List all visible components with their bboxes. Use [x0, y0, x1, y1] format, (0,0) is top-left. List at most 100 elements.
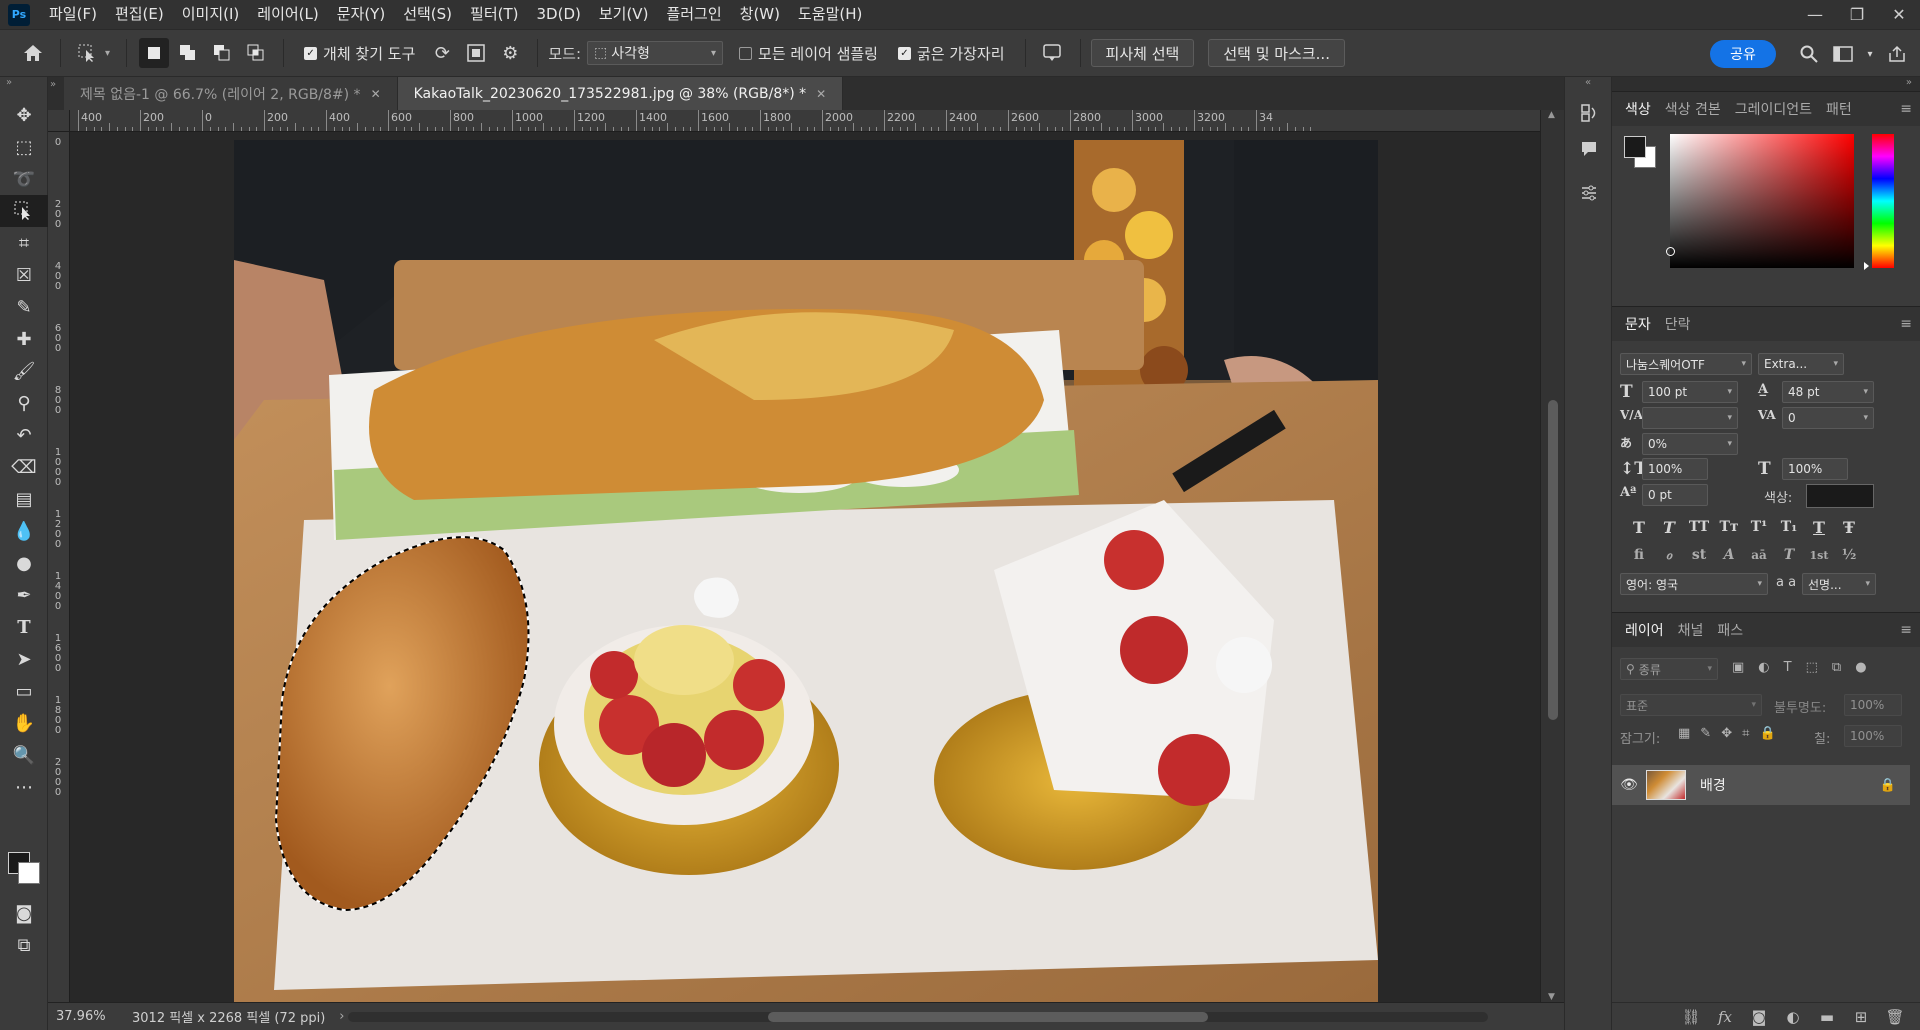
- marquee-tool-icon[interactable]: ⬚: [0, 131, 48, 163]
- menu-item[interactable]: 플러그인: [657, 0, 730, 29]
- sample-all-layers-checkbox[interactable]: 모든 레이어 샘플링: [739, 43, 878, 64]
- tab-kakaotalk-image[interactable]: KakaoTalk_20230620_173522981.jpg @ 38% (…: [397, 77, 844, 110]
- titling-alternates-button[interactable]: T: [1776, 543, 1802, 567]
- kerning-field[interactable]: ▾: [1642, 407, 1738, 429]
- tab-swatches[interactable]: 색상 견본: [1658, 99, 1728, 119]
- filter-shape-icon[interactable]: ⬚: [1806, 660, 1818, 675]
- leading-field[interactable]: 48 pt ▾: [1782, 381, 1874, 403]
- hand-tool-icon[interactable]: ✋: [0, 707, 48, 739]
- add-mask-icon[interactable]: ◙: [1742, 1008, 1776, 1026]
- mode-dropdown[interactable]: ⬚ 사각형 ▾: [587, 41, 724, 65]
- horizontal-scale-field[interactable]: 100%: [1782, 458, 1848, 480]
- settings-gear-icon[interactable]: ⚙: [495, 38, 525, 68]
- ligatures-button[interactable]: fi: [1626, 543, 1652, 567]
- lock-transparent-icon[interactable]: ▦: [1678, 726, 1690, 741]
- tracking-field[interactable]: 0 ▾: [1782, 407, 1874, 429]
- new-layer-icon[interactable]: ⊞: [1844, 1008, 1878, 1026]
- object-selection-tool-icon[interactable]: [0, 195, 48, 227]
- tab-patterns[interactable]: 패턴: [1819, 99, 1859, 119]
- menu-item[interactable]: 이미지(I): [173, 0, 249, 29]
- scroll-up-icon[interactable]: ▲: [1548, 110, 1555, 120]
- menu-item[interactable]: 도움말(H): [789, 0, 871, 29]
- tabs-collapse-icon[interactable]: »: [48, 77, 64, 110]
- strip-collapse-icon[interactable]: «: [1565, 77, 1611, 95]
- gradient-tool-icon[interactable]: ▤: [0, 483, 48, 515]
- refresh-icon[interactable]: ⟳: [427, 38, 457, 68]
- foreground-color-chip[interactable]: [1624, 136, 1646, 158]
- show-all-objects-icon[interactable]: [461, 38, 491, 68]
- lock-position-icon[interactable]: ✥: [1721, 726, 1732, 741]
- background-color-swatch[interactable]: [18, 862, 40, 884]
- vertical-ruler[interactable]: 0 200 400 600 800 1000 1200 1400 1600 1800 2000: [48, 132, 70, 1002]
- document-info[interactable]: 3012 픽셀 x 2268 픽셀 (72 ppi): [132, 1007, 325, 1026]
- panel-menu-icon[interactable]: ≡: [1900, 101, 1912, 117]
- pen-tool-icon[interactable]: ✒: [0, 579, 48, 611]
- menu-item[interactable]: 레이어(L): [248, 0, 327, 29]
- fractions-button[interactable]: ½: [1836, 543, 1862, 567]
- select-subject-button[interactable]: 피사체 선택: [1090, 39, 1195, 67]
- menu-item[interactable]: 선택(S): [394, 0, 461, 29]
- type-tool-icon[interactable]: T: [0, 611, 48, 643]
- adjustments-icon[interactable]: [1565, 175, 1613, 211]
- delete-layer-icon[interactable]: 🗑: [1878, 1008, 1912, 1026]
- tab-paragraph[interactable]: 단락: [1658, 314, 1698, 334]
- opacity-field[interactable]: 100%: [1844, 694, 1902, 716]
- history-icon[interactable]: [1565, 95, 1613, 131]
- subscript-button[interactable]: T₁: [1776, 515, 1802, 539]
- filter-pixel-icon[interactable]: ▣: [1732, 660, 1744, 675]
- faux-italic-button[interactable]: T: [1656, 515, 1682, 539]
- hue-slider-marker[interactable]: [1864, 262, 1869, 270]
- horizontal-scroll-thumb[interactable]: [768, 1012, 1208, 1022]
- vertical-scroll-thumb[interactable]: [1548, 400, 1558, 720]
- eraser-tool-icon[interactable]: ⌫: [0, 451, 48, 483]
- lock-all-icon[interactable]: 🔒: [1759, 726, 1775, 741]
- fill-field[interactable]: 100%: [1844, 725, 1902, 747]
- superscript-button[interactable]: T¹: [1746, 515, 1772, 539]
- close-window-button[interactable]: ✕: [1878, 0, 1920, 29]
- screen-mode-icon[interactable]: ⧉: [0, 929, 48, 961]
- panel-menu-icon[interactable]: ≡: [1900, 316, 1912, 332]
- small-caps-button[interactable]: Tт: [1716, 515, 1742, 539]
- quick-mask-icon[interactable]: ◙: [0, 897, 48, 929]
- layer-filter-dropdown[interactable]: ⚲ 종류 ▾: [1620, 658, 1718, 680]
- crop-tool-icon[interactable]: ⌗: [0, 227, 48, 259]
- menu-item[interactable]: 문자(Y): [328, 0, 394, 29]
- lasso-tool-icon[interactable]: ➰: [0, 163, 48, 195]
- dodge-tool-icon[interactable]: ●: [0, 547, 48, 579]
- font-size-field[interactable]: 100 pt ▾: [1642, 381, 1738, 403]
- font-family-dropdown[interactable]: 나눔스퀘어OTF ▾: [1620, 353, 1752, 375]
- close-tab-icon[interactable]: ✕: [371, 87, 381, 101]
- home-icon[interactable]: [18, 38, 48, 68]
- zoom-tool-icon[interactable]: 🔍: [0, 739, 48, 771]
- filter-type-icon[interactable]: T: [1784, 660, 1792, 675]
- old-style-button[interactable]: ℴ: [1656, 543, 1682, 567]
- panels-collapse-icon[interactable]: »: [1612, 77, 1920, 91]
- tab-character[interactable]: 문자: [1618, 314, 1658, 334]
- lock-artboard-icon[interactable]: ⌗: [1742, 726, 1749, 741]
- brush-tool-icon[interactable]: 🖌: [0, 355, 48, 387]
- horizontal-ruler[interactable]: 400 200 0 200 400 600 800 1000 1200 1400 1600 1800 2…: [70, 110, 1540, 132]
- rectangle-tool-icon[interactable]: ▭: [0, 675, 48, 707]
- minimize-button[interactable]: —: [1794, 0, 1836, 29]
- vertical-scale-field[interactable]: 100%: [1642, 458, 1708, 480]
- move-tool-icon[interactable]: ✥: [0, 99, 48, 131]
- underline-button[interactable]: T: [1806, 515, 1832, 539]
- tsume-field[interactable]: 0% ▾: [1642, 433, 1738, 455]
- tab-paths[interactable]: 패스: [1710, 620, 1750, 640]
- tab-channels[interactable]: 채널: [1671, 620, 1711, 640]
- ruler-origin[interactable]: [48, 110, 70, 132]
- eyedropper-tool-icon[interactable]: ✎: [0, 291, 48, 323]
- comments-icon[interactable]: [1565, 131, 1613, 167]
- clone-stamp-tool-icon[interactable]: ⚲: [0, 387, 48, 419]
- path-selection-tool-icon[interactable]: ➤: [0, 643, 48, 675]
- vertical-scrollbar[interactable]: ▲ ▼: [1540, 110, 1564, 1002]
- ordinals-button[interactable]: 1st: [1806, 543, 1832, 567]
- stylistic-alternates-button[interactable]: aā: [1746, 543, 1772, 567]
- preset-dropdown-arrow[interactable]: ▾: [105, 48, 110, 59]
- lock-icon[interactable]: 🔒: [1880, 778, 1896, 793]
- menu-item[interactable]: 파일(F): [40, 0, 106, 29]
- blur-tool-icon[interactable]: 💧: [0, 515, 48, 547]
- text-color-swatch[interactable]: [1806, 484, 1874, 508]
- layer-row-background[interactable]: 👁 배경 🔒: [1612, 765, 1910, 805]
- scroll-down-icon[interactable]: ▼: [1548, 992, 1555, 1002]
